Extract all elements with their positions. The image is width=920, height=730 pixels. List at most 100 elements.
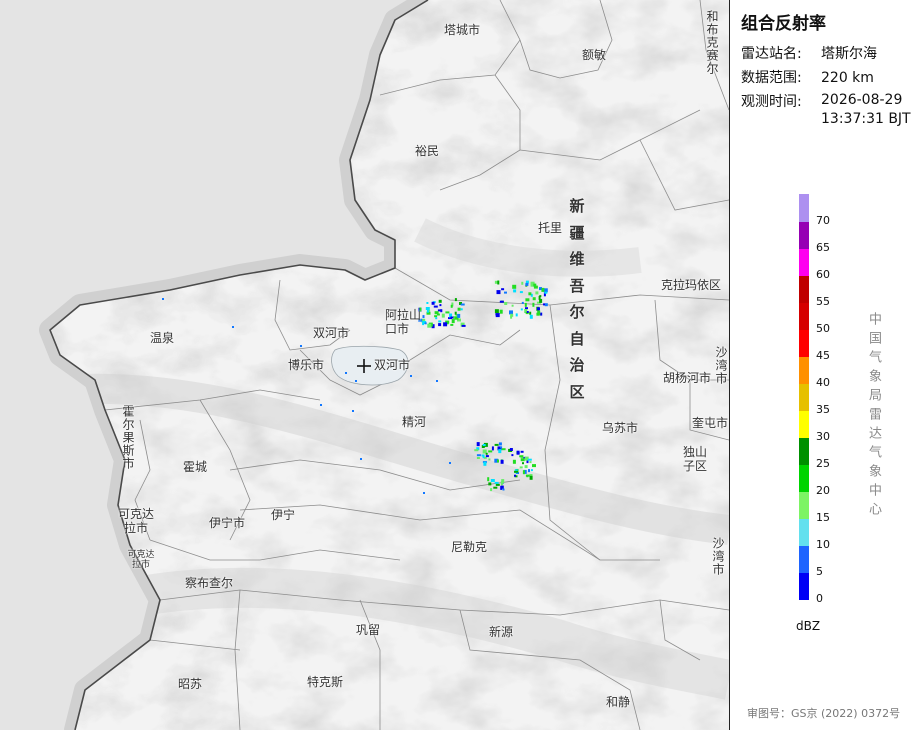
place-label-tacheng: 塔城市 bbox=[444, 23, 481, 37]
radar-echo-pixel bbox=[510, 315, 513, 319]
radar-echo-pixel bbox=[300, 345, 302, 347]
radar-echo-pixel bbox=[544, 291, 548, 294]
radar-echo-pixel bbox=[521, 301, 524, 304]
radar-echo-pixel bbox=[410, 375, 412, 377]
range-value: 220 km bbox=[821, 70, 874, 86]
radar-echo-pixel bbox=[496, 290, 501, 295]
place-label-shawan-1: 沙湾市 bbox=[714, 346, 728, 385]
radar-echo-pixel bbox=[525, 282, 529, 286]
time-label: 观测时间: bbox=[741, 94, 802, 110]
place-label-kekedala-1: 可克达拉市 bbox=[117, 507, 154, 535]
radar-map[interactable]: 塔城市 额敏 和布克赛尔 裕民 托里 克拉玛依区 温泉 双河市 阿拉山口市 博乐… bbox=[0, 0, 729, 730]
radar-echo-pixel bbox=[540, 312, 543, 316]
radar-echo-pixel bbox=[529, 311, 532, 315]
radar-echo-pixel bbox=[345, 372, 347, 374]
legend-cell bbox=[799, 464, 809, 493]
legend-tick-label: 50 bbox=[816, 322, 830, 335]
info-panel: 组合反射率 雷达站名: 塔斯尔海 数据范围: 220 km 观测时间: 2026-08… bbox=[729, 0, 920, 730]
station-row: 雷达站名: 塔斯尔海 bbox=[741, 43, 877, 63]
product-title: 组合反射率 bbox=[741, 14, 826, 34]
radar-echo-pixel bbox=[526, 311, 529, 313]
radar-echo-pixel bbox=[460, 303, 465, 306]
place-label-yumin: 裕民 bbox=[415, 144, 440, 158]
radar-echo-pixel bbox=[499, 300, 504, 303]
legend-tick-label: 45 bbox=[816, 349, 830, 362]
radar-echo-pixel bbox=[511, 454, 514, 457]
radar-echo-pixel bbox=[426, 302, 429, 304]
radar-echo-pixel bbox=[537, 310, 541, 315]
radar-echo-pixel bbox=[502, 488, 505, 491]
radar-echo-pixel bbox=[519, 466, 523, 469]
radar-echo-pixel bbox=[512, 284, 517, 289]
place-label-shuanghe-1: 双河市 bbox=[313, 326, 350, 340]
legend-tick-label: 70 bbox=[816, 214, 830, 227]
radar-echo-pixel bbox=[440, 309, 443, 313]
legend-cell bbox=[799, 518, 809, 547]
legend-tick-label: 60 bbox=[816, 268, 830, 281]
legend-tick-label: 0 bbox=[816, 592, 823, 605]
radar-echo-pixel bbox=[529, 461, 532, 464]
legend-cell bbox=[799, 302, 809, 330]
radar-echo-pixel bbox=[519, 455, 524, 458]
radar-echo-pixel bbox=[513, 289, 517, 293]
radar-echo-pixel bbox=[422, 315, 425, 319]
radar-echo-pixel bbox=[498, 442, 502, 446]
place-label-shawan-2: 沙湾市 bbox=[711, 537, 725, 576]
radar-echo-pixel bbox=[435, 317, 438, 320]
legend-unit: dBZ bbox=[796, 619, 821, 633]
radar-echo-pixel bbox=[499, 309, 503, 314]
legend-cell bbox=[799, 194, 809, 222]
radar-echo-pixel bbox=[501, 479, 505, 484]
radar-echo-pixel bbox=[491, 446, 494, 451]
radar-echo-pixel bbox=[519, 291, 523, 294]
radar-echo-pixel bbox=[497, 280, 500, 285]
legend-tick-label: 35 bbox=[816, 403, 830, 416]
place-label-dushanzi: 独山子区 bbox=[683, 445, 708, 473]
station-value: 塔斯尔海 bbox=[821, 46, 877, 62]
radar-echo-pixel bbox=[488, 450, 493, 453]
place-label-hejing: 和静 bbox=[606, 695, 631, 709]
radar-echo-pixel bbox=[450, 304, 453, 308]
radar-echo-pixel bbox=[504, 302, 508, 305]
place-label-wusu: 乌苏市 bbox=[602, 421, 639, 435]
radar-echo-pixel bbox=[529, 314, 533, 319]
radar-echo-pixel bbox=[514, 474, 516, 477]
radar-echo-pixel bbox=[457, 307, 461, 311]
radar-echo-pixel bbox=[543, 303, 545, 306]
radar-echo-pixel bbox=[529, 475, 533, 480]
radar-echo-pixel bbox=[500, 459, 504, 464]
radar-station-marker[interactable] bbox=[356, 358, 372, 374]
radar-echo-pixel bbox=[355, 380, 357, 382]
legend-cell bbox=[799, 491, 809, 520]
radar-echo-pixel bbox=[501, 448, 506, 451]
place-label-hebukesaier: 和布克赛尔 bbox=[705, 10, 719, 75]
radar-echo-pixel bbox=[494, 309, 499, 314]
station-label: 雷达站名: bbox=[741, 46, 802, 62]
legend-cell bbox=[799, 221, 809, 249]
region-label: 新疆维吾尔自治区 bbox=[569, 197, 585, 401]
range-label: 数据范围: bbox=[741, 70, 802, 86]
legend-tick-label: 30 bbox=[816, 430, 830, 443]
legend-tick-label: 20 bbox=[816, 484, 830, 497]
radar-echo-pixel bbox=[487, 477, 490, 482]
radar-echo-pixel bbox=[449, 462, 451, 464]
radar-echo-pixel bbox=[232, 326, 234, 328]
radar-echo-pixel bbox=[483, 461, 487, 466]
legend-tick-label: 15 bbox=[816, 511, 830, 524]
radar-echo-pixel bbox=[460, 308, 463, 311]
radar-echo-pixel bbox=[515, 313, 518, 317]
radar-echo-pixel bbox=[495, 313, 498, 316]
radar-echo-pixel bbox=[436, 313, 440, 316]
legend-cell bbox=[799, 572, 809, 601]
place-label-kelamayi: 克拉玛依区 bbox=[661, 278, 722, 292]
radar-echo-pixel bbox=[526, 475, 529, 478]
legend-color-bar bbox=[799, 194, 809, 601]
radar-echo-pixel bbox=[482, 444, 486, 446]
radar-echo-pixel bbox=[532, 464, 536, 468]
radar-echo-pixel bbox=[522, 470, 525, 475]
radar-echo-pixel bbox=[493, 486, 498, 489]
radar-echo-pixel bbox=[320, 404, 322, 406]
place-label-tekesi: 特克斯 bbox=[307, 675, 344, 689]
radar-echo-pixel bbox=[438, 323, 442, 327]
radar-echo-pixel bbox=[504, 291, 507, 294]
